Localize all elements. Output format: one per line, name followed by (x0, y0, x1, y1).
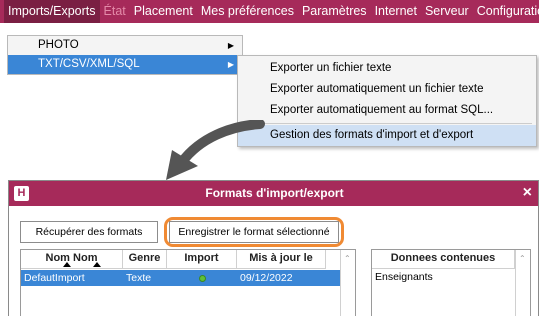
column-header-genre[interactable]: Genre (123, 250, 167, 269)
right-table-scrollbar[interactable]: ⌃ (515, 250, 530, 316)
submenu-item-exporter-auto-texte[interactable]: Exporter automatiquement un fichier text… (238, 79, 536, 100)
dialog-title: Formats d'import/export (205, 186, 344, 200)
cell-date: 09/12/2022 (240, 272, 293, 284)
column-header-nom[interactable]: Nom Nom (21, 250, 123, 269)
menu-serveur[interactable]: Serveur (421, 0, 473, 23)
close-icon[interactable]: × (523, 183, 532, 203)
cell-genre: Texte (126, 272, 152, 284)
sort-asc-icon (63, 262, 71, 267)
sort-asc-icon (93, 262, 101, 267)
menu-configuration[interactable]: Configuration (473, 0, 539, 23)
column-header-import[interactable]: Import (167, 250, 237, 269)
column-header-donnees[interactable]: Donnees contenues (372, 250, 515, 269)
curved-arrow-icon (166, 120, 265, 180)
app-logo-icon: H (14, 186, 29, 201)
menu-parametres[interactable]: Paramètres (298, 0, 371, 23)
scroll-up-icon[interactable]: ⌃ (344, 254, 351, 263)
donnees-table: Donnees contenues Enseignants ⌃ (371, 249, 531, 316)
submenu-divider (242, 123, 532, 124)
dropdown-item-photo[interactable]: PHOTO ▶ (8, 36, 242, 55)
scroll-up-icon[interactable]: ⌃ (519, 254, 526, 263)
dropdown-item-label: PHOTO (38, 39, 79, 51)
formats-dialog: Formats d'import/export H × Récupérer de… (8, 180, 539, 316)
formats-table: Nom Nom Genre Import Mis à jour le Defau… (20, 249, 356, 316)
menu-imports-exports[interactable]: Imports/Exports (4, 0, 100, 23)
column-header-mis-a-jour[interactable]: Mis à jour le (237, 250, 326, 269)
menu-placement[interactable]: Placement (130, 0, 197, 23)
recuperer-formats-button[interactable]: Récupérer des formats (20, 221, 158, 243)
chevron-right-icon: ▶ (227, 60, 234, 69)
chevron-right-icon: ▶ (227, 41, 234, 50)
export-submenu: Exporter un fichier texte Exporter autom… (237, 55, 537, 147)
submenu-item-exporter-auto-sql[interactable]: Exporter automatiquement au format SQL..… (238, 100, 536, 121)
dialog-titlebar: Formats d'import/export H × (9, 181, 538, 206)
table-scrollbar[interactable]: ⌃ (340, 250, 355, 316)
dropdown-item-txt-csv-xml-sql[interactable]: TXT/CSV/XML/SQL ▶ (8, 55, 242, 74)
submenu-item-gestion-formats[interactable]: Gestion des formats d'import et d'export (238, 125, 536, 146)
list-item[interactable]: Enseignants (375, 271, 433, 283)
highlight-ring (164, 217, 344, 247)
dropdown-item-label: TXT/CSV/XML/SQL (38, 58, 140, 70)
menubar: Imports/Exports État Placement Mes préfé… (0, 0, 539, 23)
menu-mes-preferences[interactable]: Mes préférences (197, 0, 298, 23)
submenu-item-exporter-fichier-texte[interactable]: Exporter un fichier texte (238, 58, 536, 79)
cell-nom: DefautImport (24, 272, 85, 284)
imports-exports-dropdown: PHOTO ▶ TXT/CSV/XML/SQL ▶ (7, 35, 243, 75)
menu-etat[interactable]: État (100, 0, 130, 23)
menu-internet[interactable]: Internet (371, 0, 421, 23)
import-status-icon (199, 275, 206, 282)
